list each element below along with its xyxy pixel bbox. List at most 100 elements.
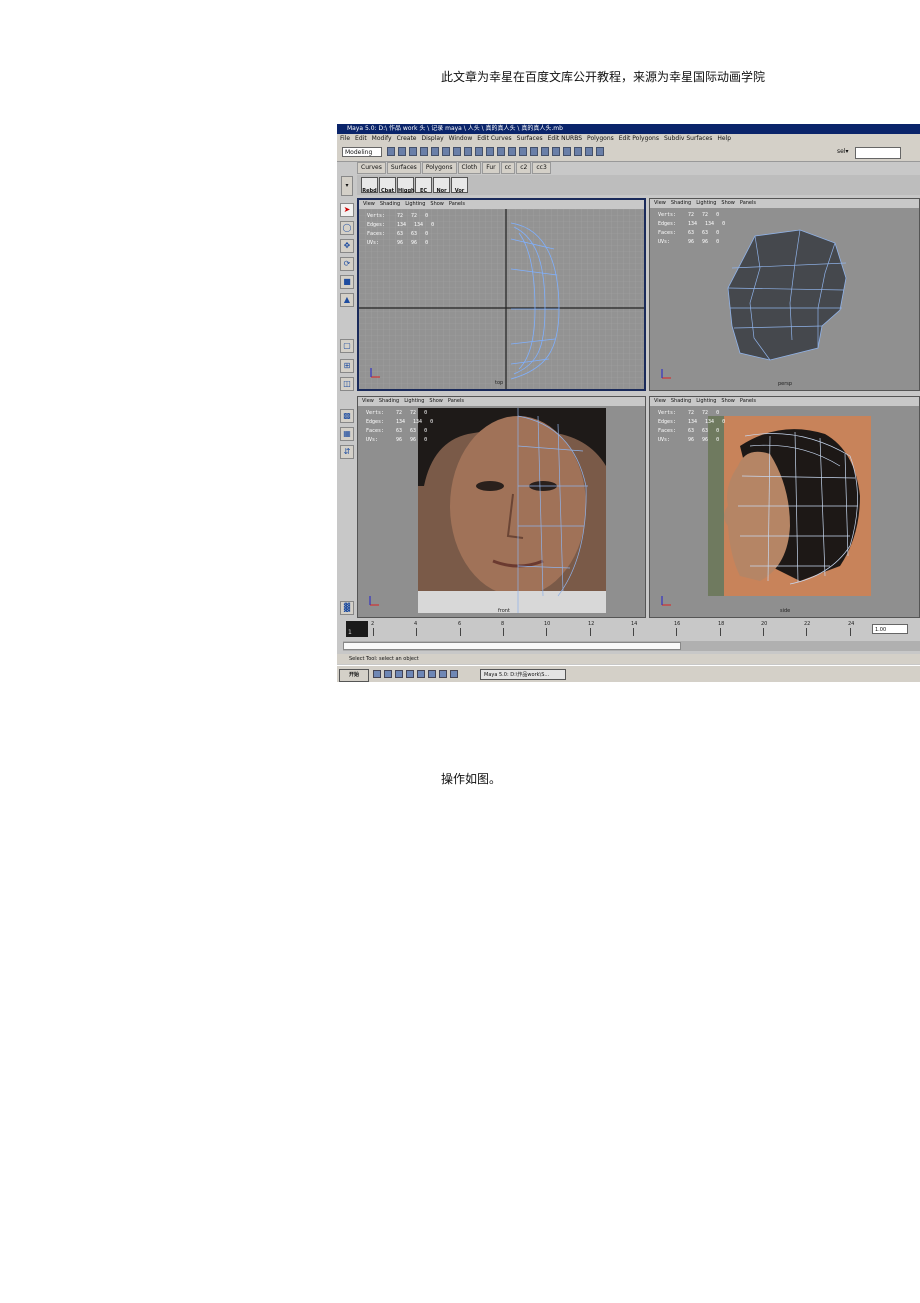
viewport-front[interactable]: View Shading Lighting Show Panels Verts:…	[357, 396, 646, 618]
vp-menu-show[interactable]: Show	[429, 397, 443, 406]
shelf-tab-cc3[interactable]: cc3	[532, 162, 551, 174]
vp-menu-panels[interactable]: Panels	[448, 397, 464, 406]
hypershade-icon[interactable]	[541, 147, 549, 156]
selection-mode-label[interactable]: sel▾	[837, 148, 849, 155]
lasso-tool-icon[interactable]: ◯	[340, 221, 354, 235]
select-tool-icon[interactable]: ➤	[340, 203, 354, 217]
snap-grid-icon[interactable]	[453, 147, 461, 156]
graph-layout-icon[interactable]: ▦	[340, 427, 354, 441]
vp-menu-lighting[interactable]: Lighting	[696, 397, 716, 406]
current-time-field[interactable]: 1.00	[872, 624, 908, 634]
vp-menu-view[interactable]: View	[363, 200, 375, 209]
menu-display[interactable]: Display	[422, 134, 444, 144]
shelf-button-ec[interactable]: EC	[415, 177, 432, 194]
graph-editor-icon[interactable]	[563, 147, 571, 156]
manipulator-tool-icon[interactable]: ▲	[340, 293, 354, 307]
persp-outliner-layout-icon[interactable]: ◫	[340, 377, 354, 391]
snap-surface-icon[interactable]	[486, 147, 494, 156]
shelf-button-higgh[interactable]: Higgh	[397, 177, 415, 194]
select-component-icon[interactable]	[442, 147, 450, 156]
start-button[interactable]: 开始	[339, 669, 369, 682]
desktop-icon[interactable]	[373, 670, 381, 678]
move-tool-icon[interactable]: ✥	[340, 239, 354, 253]
single-perspective-layout-icon[interactable]: ▢	[340, 339, 354, 353]
shelf-tab-cloth[interactable]: Cloth	[457, 162, 482, 174]
script-editor-icon[interactable]: ▓	[340, 601, 354, 615]
shelf-tab-curves[interactable]: Curves	[357, 162, 386, 174]
attribute-editor-icon[interactable]	[585, 147, 593, 156]
rotate-tool-icon[interactable]: ⟳	[340, 257, 354, 271]
ipr-render-icon[interactable]	[519, 147, 527, 156]
shelf-button-cbat[interactable]: Cbat	[379, 177, 396, 194]
menu-help[interactable]: Help	[717, 134, 731, 144]
range-slider[interactable]	[343, 641, 920, 651]
new-scene-icon[interactable]	[387, 147, 395, 156]
shelf-menu-arrow-icon[interactable]: ▾	[341, 176, 353, 196]
vp-menu-lighting[interactable]: Lighting	[404, 397, 424, 406]
vp-menu-view[interactable]: View	[362, 397, 374, 406]
media-icon[interactable]	[417, 670, 425, 678]
menu-surfaces[interactable]: Surfaces	[517, 134, 543, 144]
tool-settings-icon[interactable]	[596, 147, 604, 156]
viewport-side[interactable]: View Shading Lighting Show Panels Verts:…	[649, 396, 920, 618]
app3-icon[interactable]	[450, 670, 458, 678]
menu-edit-nurbs[interactable]: Edit NURBS	[548, 134, 582, 144]
viewport-top[interactable]: View Shading Lighting Show Panels Verts:…	[357, 198, 646, 391]
vp-menu-lighting[interactable]: Lighting	[696, 199, 716, 208]
layout-arrows-icon[interactable]: ⇵	[340, 445, 354, 459]
menu-modify[interactable]: Modify	[372, 134, 392, 144]
save-scene-icon[interactable]	[409, 147, 417, 156]
menu-subdiv-surfaces[interactable]: Subdiv Surfaces	[664, 134, 712, 144]
shelf-tab-fur[interactable]: Fur	[482, 162, 500, 174]
select-hierarchy-icon[interactable]	[420, 147, 428, 156]
vp-menu-show[interactable]: Show	[430, 200, 444, 209]
render-icon[interactable]	[508, 147, 516, 156]
mode-select[interactable]: Modeling	[342, 147, 382, 157]
vp-menu-view[interactable]: View	[654, 397, 666, 406]
viewport-persp[interactable]: View Shading Lighting Show Panels Verts:…	[649, 198, 920, 391]
shelf-tab-polygons[interactable]: Polygons	[421, 162, 457, 174]
app-icon[interactable]	[428, 670, 436, 678]
vp-menu-shading[interactable]: Shading	[671, 199, 691, 208]
menu-create[interactable]: Create	[397, 134, 417, 144]
menu-polygons[interactable]: Polygons	[587, 134, 614, 144]
vp-menu-lighting[interactable]: Lighting	[405, 200, 425, 209]
ie-icon[interactable]	[384, 670, 392, 678]
open-scene-icon[interactable]	[398, 147, 406, 156]
render-globals-icon[interactable]	[530, 147, 538, 156]
menu-file[interactable]: File	[340, 134, 350, 144]
shelf-tab-surfaces[interactable]: Surfaces	[386, 162, 421, 174]
explorer-icon[interactable]	[406, 670, 414, 678]
vp-menu-shading[interactable]: Shading	[671, 397, 691, 406]
history-icon[interactable]	[497, 147, 505, 156]
outliner-icon[interactable]	[552, 147, 560, 156]
shelf-tab-c2[interactable]: c2	[516, 162, 532, 174]
scale-tool-icon[interactable]: ■	[340, 275, 354, 289]
vp-menu-shading[interactable]: Shading	[379, 397, 399, 406]
outlook-icon[interactable]	[395, 670, 403, 678]
menu-edit[interactable]: Edit	[355, 134, 367, 144]
menu-edit-polygons[interactable]: Edit Polygons	[619, 134, 659, 144]
vp-menu-panels[interactable]: Panels	[449, 200, 465, 209]
snap-curve-icon[interactable]	[464, 147, 472, 156]
channel-box-icon[interactable]	[574, 147, 582, 156]
taskbar-maya-task[interactable]: Maya 5.0: D:\作品work\S...	[480, 669, 566, 680]
vp-menu-view[interactable]: View	[654, 199, 666, 208]
vp-menu-show[interactable]: Show	[721, 397, 735, 406]
quick-select-field[interactable]	[855, 147, 901, 159]
vp-menu-show[interactable]: Show	[721, 199, 735, 208]
shelf-button-vor[interactable]: Vor	[451, 177, 468, 194]
snap-point-icon[interactable]	[475, 147, 483, 156]
vp-menu-shading[interactable]: Shading	[380, 200, 400, 209]
time-slider[interactable]: 1 2 4 6 8 10 12 14 16 18 20 22 24 1.00	[337, 621, 920, 639]
shelf-button-rebuild[interactable]: Rebd	[361, 177, 378, 194]
app2-icon[interactable]	[439, 670, 447, 678]
vp-menu-panels[interactable]: Panels	[740, 397, 756, 406]
shelf-button-nor[interactable]: Nor	[433, 177, 450, 194]
range-slider-bar[interactable]	[343, 642, 681, 650]
vp-menu-panels[interactable]: Panels	[740, 199, 756, 208]
four-view-layout-icon[interactable]: ⊞	[340, 359, 354, 373]
hypergraph-layout-icon[interactable]: ▩	[340, 409, 354, 423]
menu-window[interactable]: Window	[449, 134, 473, 144]
select-object-icon[interactable]	[431, 147, 439, 156]
